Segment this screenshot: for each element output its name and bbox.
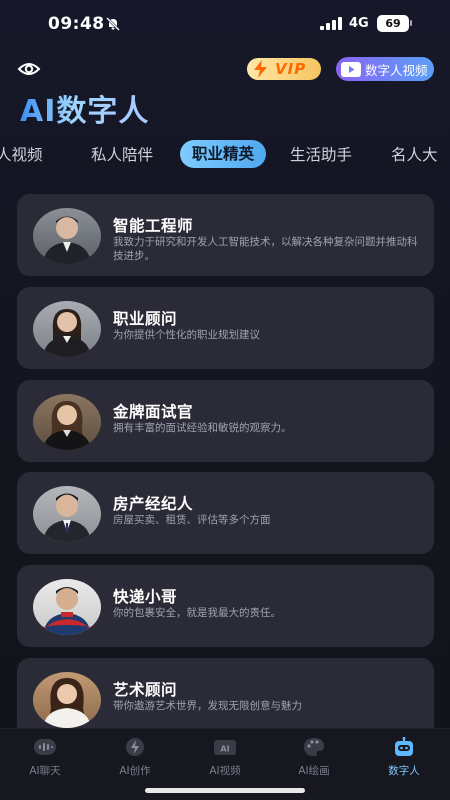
ai-video-icon: AI <box>214 740 236 755</box>
battery-tip <box>410 20 412 26</box>
tab-life-assistant[interactable]: 生活助手 <box>290 143 352 165</box>
avatar <box>33 486 101 542</box>
card-title: 金牌面试官 <box>113 403 194 421</box>
persona-card[interactable]: 智能工程师 我致力于研究和开发人工智能技术，以解决各种复杂问题并推动科技进步。 <box>17 194 434 276</box>
silent-bell-icon <box>106 17 120 31</box>
nav-label: AI创作 <box>119 765 151 777</box>
card-description: 为你提供个性化的职业规划建议 <box>113 329 260 341</box>
persona-card[interactable]: 房产经纪人 房屋买卖、租赁、评估等多个方面 <box>17 472 434 554</box>
tab-video[interactable]: 人视频 <box>0 143 43 165</box>
tab-career-elite[interactable]: 职业精英 <box>180 140 267 168</box>
nav-ai-paint[interactable]: AI绘画 <box>284 737 344 778</box>
tab-celebrity[interactable]: 名人大 <box>391 143 438 165</box>
avatar <box>33 208 101 264</box>
nav-ai-video[interactable]: AI AI视频 <box>195 737 255 778</box>
nav-label: 数字人 <box>388 765 420 777</box>
lightning-icon <box>126 738 144 756</box>
card-description: 你的包裹安全，就是我最大的责任。 <box>113 607 281 619</box>
nav-digital-human[interactable]: 数字人 <box>374 737 434 778</box>
video-button-label: 数字人视频 <box>365 62 428 78</box>
page-title: AI数字人 <box>20 86 149 130</box>
signal-icon <box>320 17 342 30</box>
card-title: 房产经纪人 <box>113 495 194 513</box>
card-title: 艺术顾问 <box>113 681 178 699</box>
card-description: 房屋买卖、租赁、评估等多个方面 <box>113 514 271 526</box>
play-video-icon <box>341 61 361 77</box>
tab-private-companion[interactable]: 私人陪伴 <box>91 143 153 165</box>
category-tabs: 人视频 私人陪伴 职业精英 生活助手 名人大 <box>0 140 450 170</box>
card-title: 智能工程师 <box>113 217 194 235</box>
persona-card[interactable]: 金牌面试官 拥有丰富的面试经验和敏锐的观察力。 <box>17 380 434 462</box>
svg-text:AI: AI <box>220 745 229 754</box>
card-title: 职业顾问 <box>113 310 178 328</box>
nav-label: AI聊天 <box>29 765 61 777</box>
card-title: 快递小哥 <box>113 588 178 606</box>
card-description: 我致力于研究和开发人工智能技术，以解决各种复杂问题并推动科技进步。 <box>113 236 418 262</box>
persona-card[interactable]: 快递小哥 你的包裹安全，就是我最大的责任。 <box>17 565 434 647</box>
voice-wave-icon <box>34 739 56 755</box>
eye-icon[interactable] <box>17 58 41 80</box>
avatar <box>33 672 101 728</box>
battery-icon: 69 <box>377 15 409 32</box>
nav-ai-create[interactable]: AI创作 <box>105 737 165 778</box>
avatar <box>33 394 101 450</box>
home-indicator <box>145 788 305 793</box>
vip-bolt-icon <box>254 60 267 78</box>
avatar <box>33 579 101 635</box>
nav-label: AI视频 <box>209 765 241 777</box>
vip-label: VIP <box>275 60 307 78</box>
persona-card[interactable]: 职业顾问 为你提供个性化的职业规划建议 <box>17 287 434 369</box>
nav-label: AI绘画 <box>298 765 330 777</box>
status-bar: 09:48 4G 69 <box>0 0 450 46</box>
card-description: 拥有丰富的面试经验和敏锐的观察力。 <box>113 422 292 434</box>
palette-icon <box>304 738 324 756</box>
status-time: 09:48 <box>48 14 105 34</box>
nav-ai-chat[interactable]: AI聊天 <box>15 737 75 778</box>
network-type: 4G <box>349 16 369 31</box>
robot-icon <box>395 737 413 756</box>
avatar <box>33 301 101 357</box>
vip-button[interactable]: VIP <box>247 58 321 80</box>
card-description: 带你遨游艺术世界，发现无限创意与魅力 <box>113 700 302 712</box>
digital-human-video-button[interactable]: 数字人视频 <box>336 57 434 81</box>
